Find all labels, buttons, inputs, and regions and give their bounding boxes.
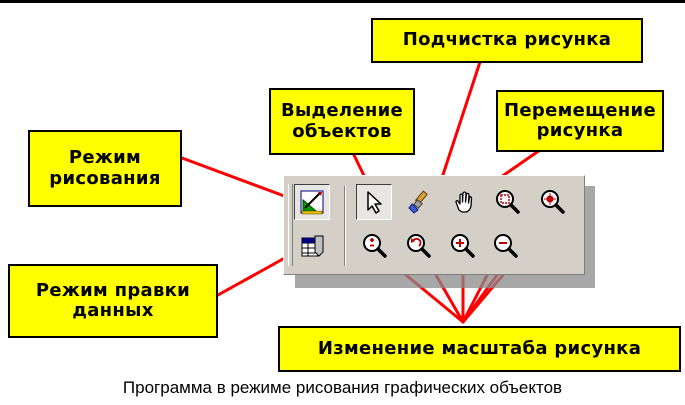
zoom-center-button[interactable] <box>534 184 570 220</box>
callout-drawing-mode-line2: рисования <box>49 167 161 189</box>
zoom-all-icon <box>363 234 387 258</box>
callout-zoom-line1: Изменение масштаба рисунка <box>317 337 642 359</box>
callout-move-line1: Перемещение <box>504 99 656 121</box>
zoom-all-button[interactable] <box>356 228 392 264</box>
zoom-center-icon <box>541 190 565 214</box>
figure-caption: Программа в режиме рисования графических… <box>122 378 563 397</box>
drawing-mode-icon <box>300 190 324 215</box>
eraser-brush-icon <box>408 190 428 214</box>
toolbar <box>283 175 585 275</box>
move-drawing-button[interactable] <box>446 184 482 220</box>
callout-drawing-mode: Режим рисования <box>28 130 182 207</box>
hand-pan-icon <box>455 191 473 213</box>
callout-select-objects: Выделение объектов <box>269 88 415 155</box>
zoom-in-icon <box>451 234 475 258</box>
zoom-out-icon <box>494 234 518 258</box>
select-objects-button[interactable] <box>356 184 392 220</box>
data-edit-icon <box>301 235 324 257</box>
zoom-window-button[interactable] <box>489 184 525 220</box>
leader-edit-data <box>216 252 294 297</box>
toolbar-separator <box>344 186 346 266</box>
drawing-mode-button[interactable] <box>294 184 330 220</box>
toolbar-grip[interactable] <box>288 184 293 266</box>
callout-select-line2: объектов <box>292 120 392 142</box>
select-arrow-icon <box>367 191 382 214</box>
zoom-previous-icon <box>407 234 431 258</box>
callout-move: Перемещение рисунка <box>496 90 664 152</box>
zoom-window-icon <box>496 190 520 214</box>
callout-cleanup-line1: Подчистка рисунка <box>402 29 612 51</box>
zoom-out-button[interactable] <box>487 228 523 264</box>
callout-edit-data-line2: данных <box>72 300 154 321</box>
callout-move-line2: рисунка <box>536 120 624 141</box>
callout-select-line1: Выделение <box>280 100 404 122</box>
leader-cleanup <box>435 60 482 195</box>
callout-edit-data: Режим правки данных <box>8 264 218 338</box>
callout-zoom: Изменение масштаба рисунка <box>278 326 681 372</box>
cleanup-button[interactable] <box>402 184 438 220</box>
callout-edit-data-line1: Режим правки <box>35 279 191 301</box>
callout-cleanup: Подчистка рисунка <box>371 18 643 63</box>
zoom-in-button[interactable] <box>444 228 480 264</box>
zoom-previous-button[interactable] <box>400 228 436 264</box>
edit-data-button[interactable] <box>294 228 330 264</box>
callout-drawing-mode-line1: Режим <box>68 147 142 169</box>
